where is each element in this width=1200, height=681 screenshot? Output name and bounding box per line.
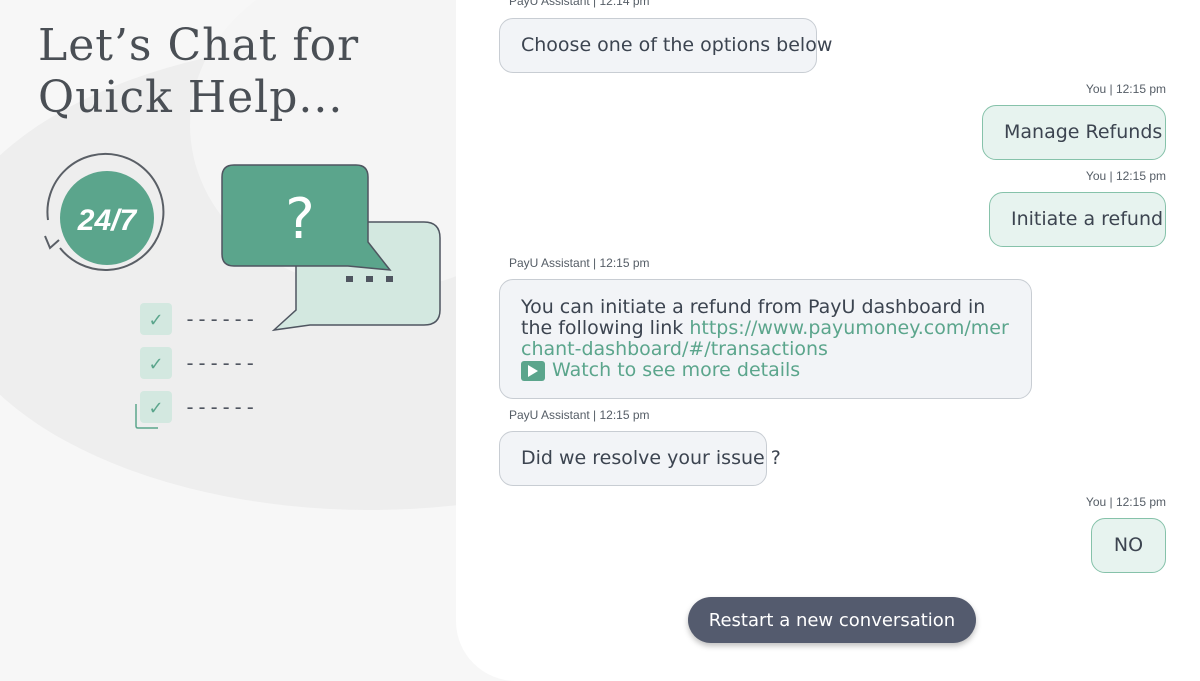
svg-text:✓: ✓ (148, 310, 163, 331)
bot-message: Choose one of the options below (499, 18, 832, 73)
message-meta: You | 12:15 pm (1085, 169, 1166, 183)
message-meta: PayU Assistant | 12:14 pm (509, 0, 650, 8)
watch-video-link[interactable]: Watch to see more details (521, 360, 1010, 381)
svg-text:------: ------ (184, 351, 256, 375)
watch-video-text: Watch to see more details (552, 359, 801, 381)
svg-text:✓: ✓ (148, 354, 163, 375)
checklist-icon: ✓ ------ ✓ ------ ✓ ------ (135, 303, 256, 429)
bot-message: You can initiate a refund from PayU dash… (499, 279, 1032, 399)
message-text: NO (1113, 534, 1144, 556)
play-video-icon (521, 360, 545, 381)
bot-message: Did we resolve your issue ? (499, 431, 781, 486)
message-meta: You | 12:15 pm (1085, 82, 1166, 96)
user-message: Initiate a refund (989, 192, 1166, 247)
hero-panel: Let’s Chat for Quick Help... 24/7 ? ✓ --… (0, 0, 470, 681)
message-text: Manage Refunds (1004, 121, 1163, 143)
clock-24-7-icon: 24/7 (44, 152, 165, 271)
badge-text: 24/7 (77, 204, 138, 237)
message-meta: PayU Assistant | 12:15 pm (509, 256, 650, 270)
question-mark: ? (285, 187, 315, 252)
question-bubble-icon: ? (221, 164, 392, 271)
message-meta: You | 12:15 pm (1085, 495, 1166, 509)
user-message: Manage Refunds (982, 105, 1166, 160)
restart-conversation-button[interactable]: Restart a new conversation (688, 597, 976, 643)
message-text: Choose one of the options below (521, 34, 833, 56)
message-text: Initiate a refund (1011, 208, 1164, 230)
message-meta: PayU Assistant | 12:15 pm (509, 408, 650, 422)
svg-text:------: ------ (184, 395, 256, 419)
user-message: NO (1091, 518, 1166, 573)
hero-title: Let’s Chat for Quick Help... (38, 20, 360, 123)
svg-text:✓: ✓ (148, 398, 163, 419)
svg-text:------: ------ (184, 307, 256, 331)
message-text: Did we resolve your issue ? (521, 447, 781, 469)
support-illustration: 24/7 ? ✓ ------ ✓ ------ ✓ ------ (44, 152, 441, 429)
